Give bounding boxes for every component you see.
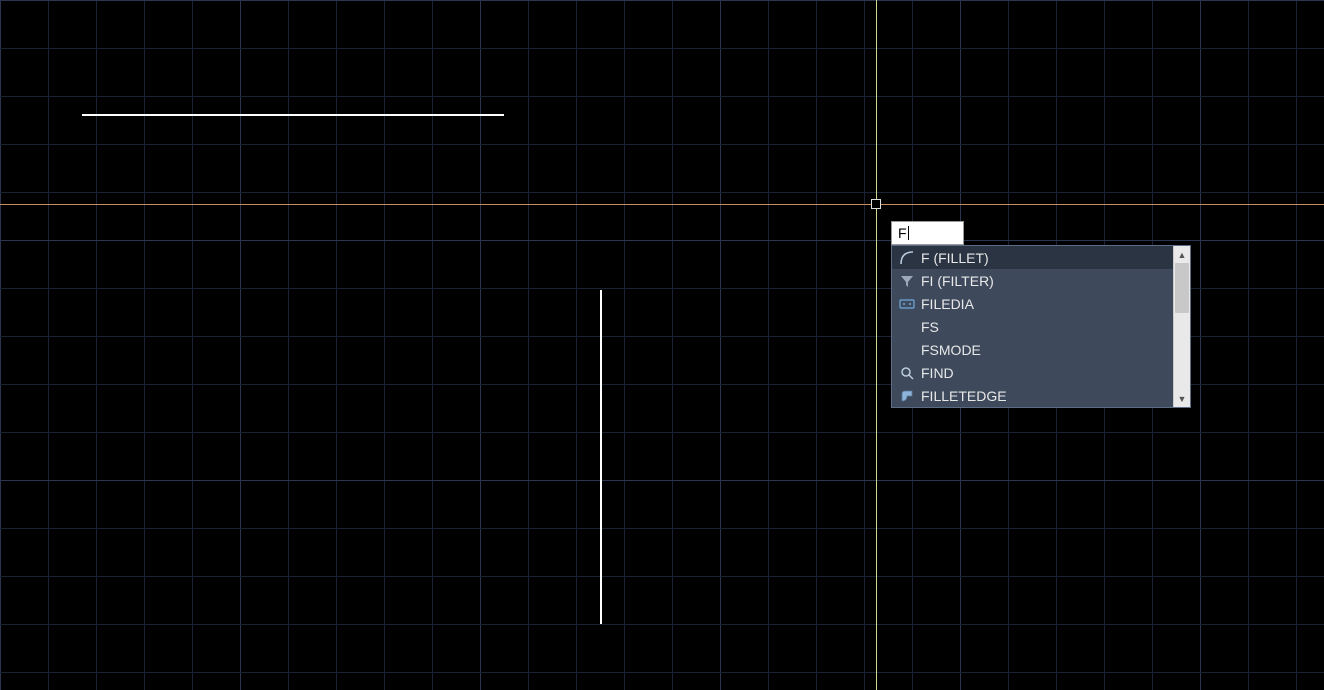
fillet-icon [898, 249, 916, 267]
scroll-thumb[interactable] [1175, 263, 1189, 313]
scroll-down-button[interactable]: ▼ [1174, 390, 1190, 407]
autocomplete-item[interactable]: FSMODE [892, 338, 1173, 361]
filletedge-icon [898, 387, 916, 405]
autocomplete-item[interactable]: FILLETEDGE [892, 384, 1173, 407]
none [898, 318, 916, 336]
scrollbar[interactable]: ▲ ▼ [1173, 246, 1190, 407]
none [898, 341, 916, 359]
autocomplete-item-label: FS [921, 319, 939, 335]
autocomplete-item-label: FILLETEDGE [921, 388, 1007, 404]
line-entity[interactable] [600, 290, 602, 624]
scroll-up-button[interactable]: ▲ [1174, 246, 1190, 263]
line-entity[interactable] [82, 114, 504, 116]
autocomplete-item-label: FILEDIA [921, 296, 974, 312]
crosshair-pickbox [871, 199, 881, 209]
crosshair-horizontal [0, 204, 1324, 205]
autocomplete-item-label: FIND [921, 365, 954, 381]
autocomplete-item-label: FI (FILTER) [921, 273, 994, 289]
scroll-track[interactable] [1174, 263, 1190, 390]
autocomplete-item[interactable]: FS [892, 315, 1173, 338]
autocomplete-popup: F (FILLET) FI (FILTER) FILEDIA FS FSMODE FIND… [891, 245, 1191, 408]
autocomplete-list: F (FILLET) FI (FILTER) FILEDIA FS FSMODE FIND… [892, 246, 1173, 407]
autocomplete-item[interactable]: FIND [892, 361, 1173, 384]
autocomplete-item[interactable]: FI (FILTER) [892, 269, 1173, 292]
drawing-canvas[interactable]: F F (FILLET) FI (FILTER) FILEDIA FS FSMODE FI… [0, 0, 1324, 690]
filter-icon [898, 272, 916, 290]
command-input-value: F [898, 225, 907, 241]
crosshair-vertical [876, 0, 877, 690]
command-input[interactable]: F [891, 221, 964, 245]
autocomplete-item[interactable]: FILEDIA [892, 292, 1173, 315]
find-icon [898, 364, 916, 382]
autocomplete-item-label: FSMODE [921, 342, 981, 358]
autocomplete-item[interactable]: F (FILLET) [892, 246, 1173, 269]
variable-icon [898, 295, 916, 313]
autocomplete-item-label: F (FILLET) [921, 250, 989, 266]
text-caret [908, 226, 909, 240]
